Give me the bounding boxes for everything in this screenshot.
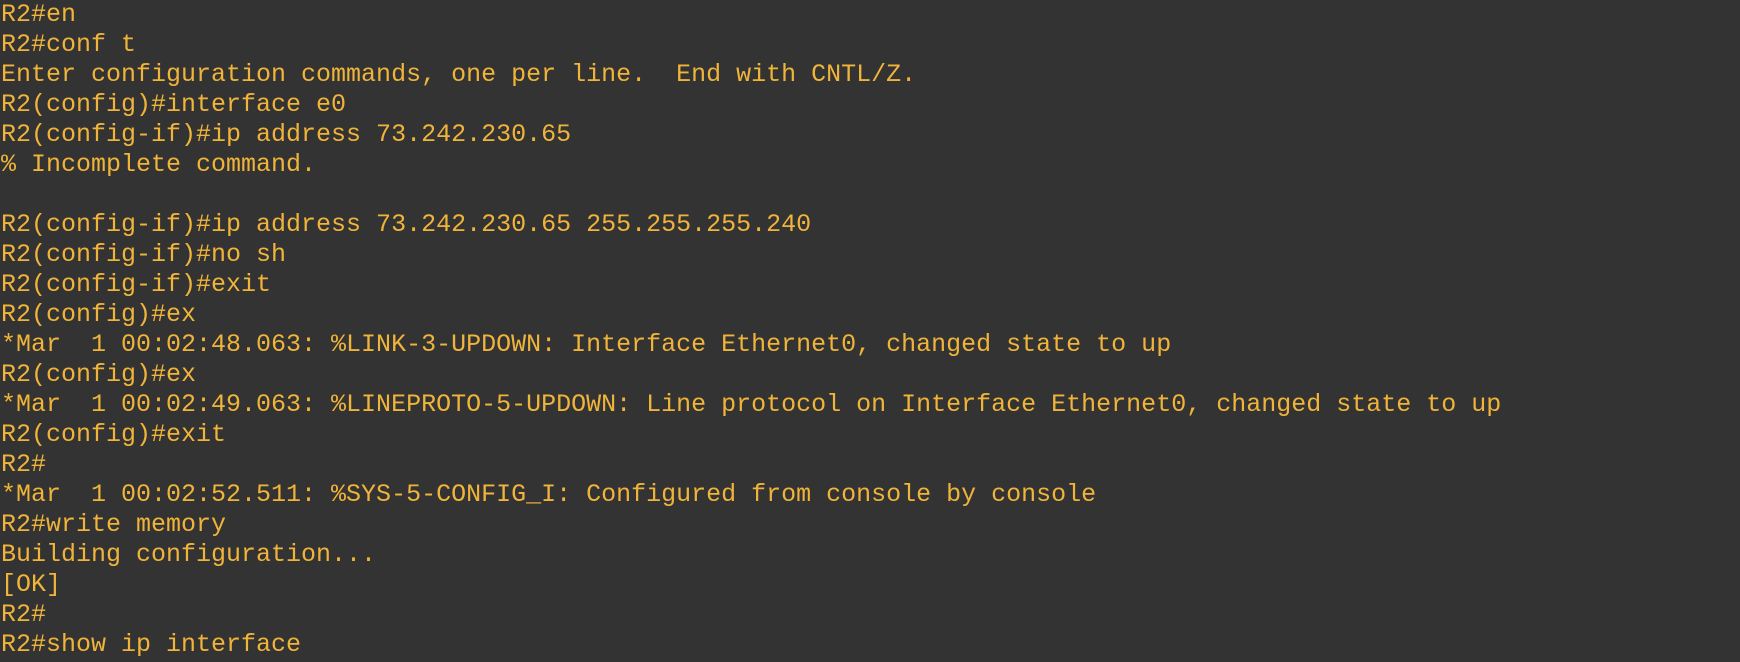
terminal-line: *Mar 1 00:02:49.063: %LINEPROTO-5-UPDOWN… <box>1 390 1502 419</box>
terminal-line: R2(config)#interface e0 <box>1 90 347 119</box>
terminal-line: R2# <box>1 450 47 479</box>
terminal-line: R2(config-if)#exit <box>1 270 272 299</box>
terminal-line: *Mar 1 00:02:48.063: %LINK-3-UPDOWN: Int… <box>1 330 1172 359</box>
terminal-line: R2(config-if)#ip address 73.242.230.65 <box>1 120 572 149</box>
terminal-line: R2(config)#ex <box>1 360 197 389</box>
terminal-prompt-line[interactable]: R2#show ip interface <box>1 630 1740 660</box>
terminal-line: R2# <box>1 600 47 629</box>
terminal-line: Building configuration... <box>1 540 377 569</box>
terminal-line: R2(config)#ex <box>1 300 197 329</box>
terminal-line: R2(config)#exit <box>1 420 227 449</box>
terminal-line: R2(config-if)#no sh <box>1 240 287 269</box>
terminal-line: R2#en <box>1 0 77 29</box>
terminal-window[interactable]: R2#en R2#conf t Enter configuration comm… <box>0 0 1740 662</box>
terminal-line: R2#write memory <box>1 510 227 539</box>
terminal-line: Enter configuration commands, one per li… <box>1 60 917 89</box>
terminal-line: R2#conf t <box>1 30 137 59</box>
terminal-line: R2(config-if)#ip address 73.242.230.65 2… <box>1 210 812 239</box>
terminal-line: *Mar 1 00:02:52.511: %SYS-5-CONFIG_I: Co… <box>1 480 1097 509</box>
terminal-line: % Incomplete command. <box>1 150 317 179</box>
terminal-line: [OK] <box>1 570 62 599</box>
